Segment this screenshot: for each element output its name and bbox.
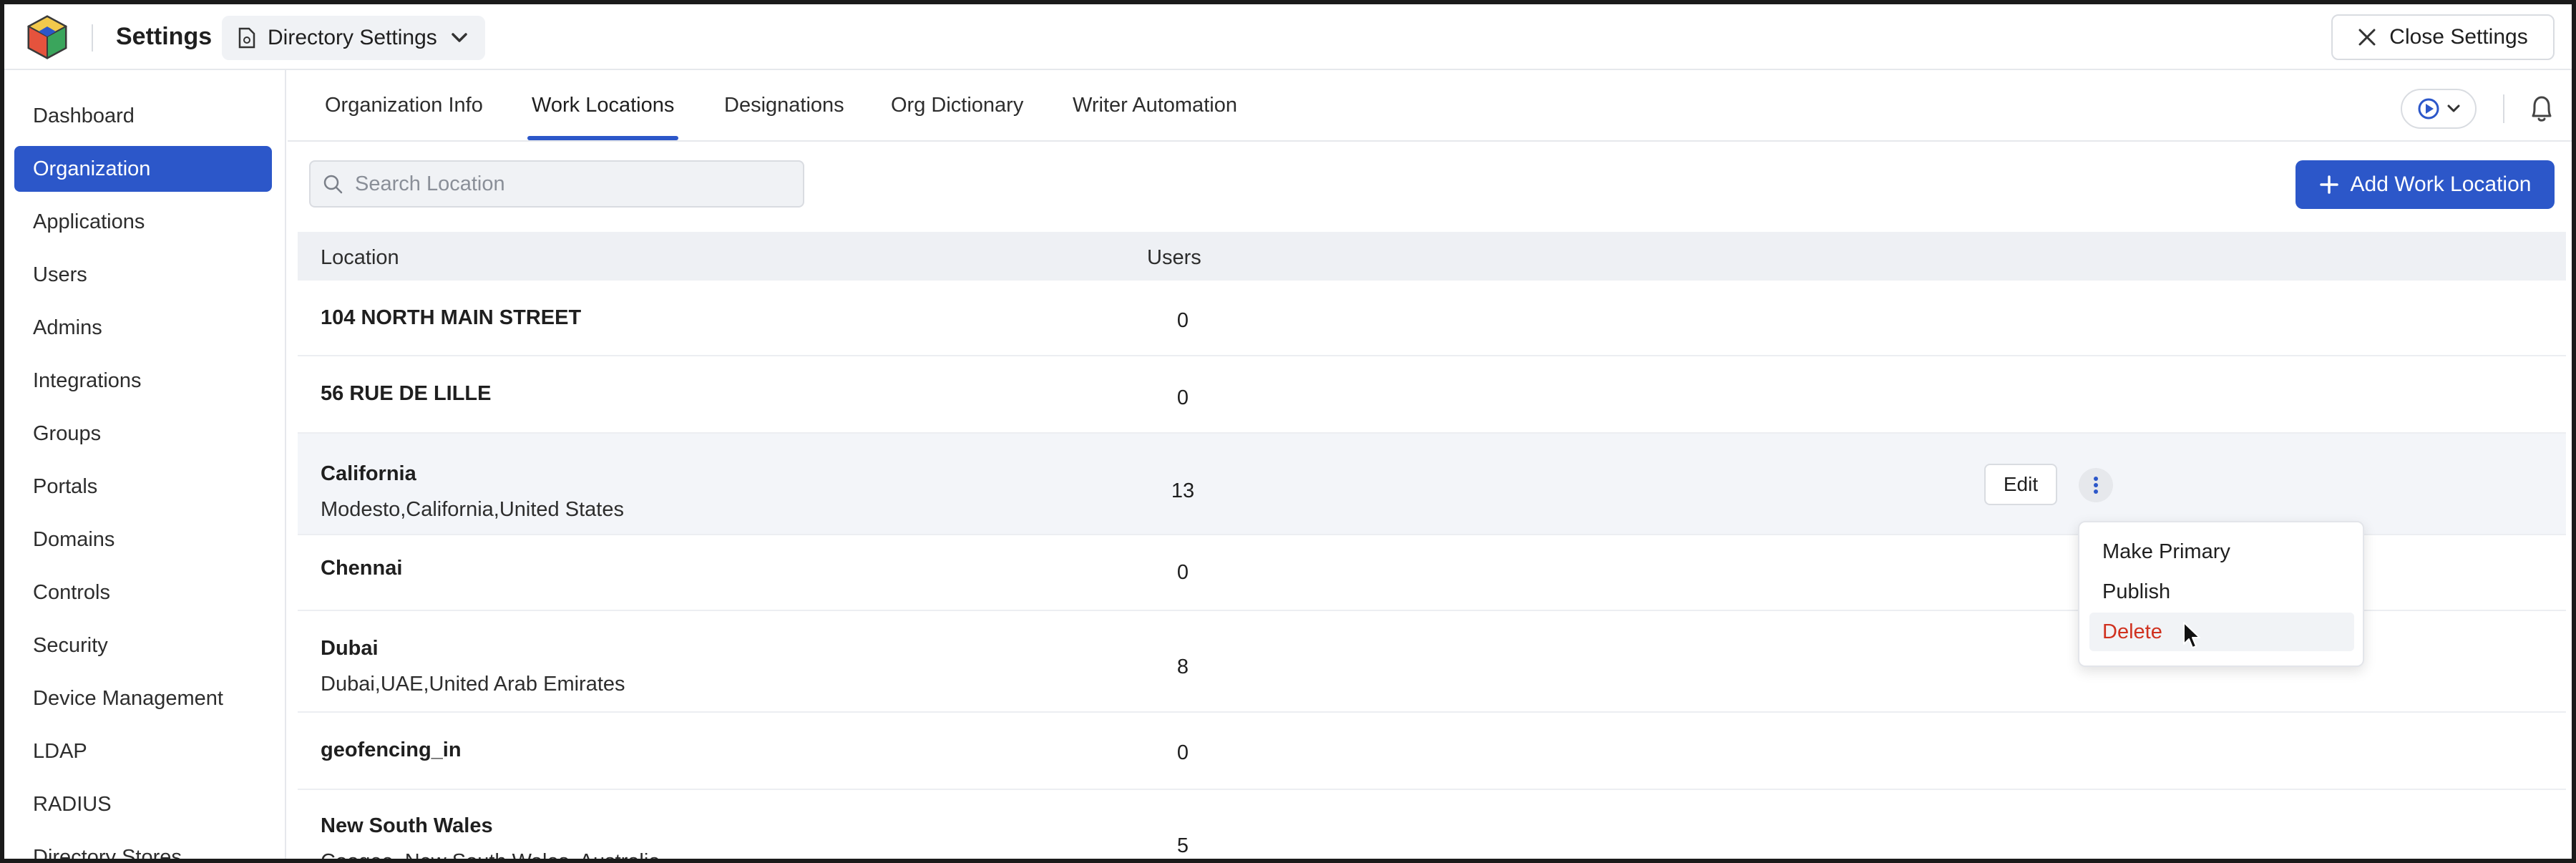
sidebar-item-radius[interactable]: RADIUS <box>14 781 272 827</box>
location-address: Coogee, New South Wales, Australia <box>321 850 660 859</box>
sidebar-item-integrations[interactable]: Integrations <box>14 358 272 404</box>
chevron-down-icon <box>452 33 467 42</box>
column-header-users: Users <box>1147 246 1201 269</box>
sidebar-item-device-management[interactable]: Device Management <box>14 676 272 721</box>
sidebar-item-directory-stores[interactable]: Directory Stores <box>14 834 272 859</box>
sidebar-item-admins[interactable]: Admins <box>14 305 272 351</box>
sidebar-item-controls[interactable]: Controls <box>14 570 272 615</box>
guided-tour-button[interactable] <box>2401 89 2477 129</box>
page-title: Settings <box>116 23 213 50</box>
close-icon <box>2358 29 2376 46</box>
toolbar-divider <box>2503 94 2504 123</box>
sidebar: Dashboard Organization Applications User… <box>4 70 286 859</box>
logo-divider <box>92 24 93 52</box>
location-name: geofencing_in <box>321 738 462 761</box>
tab-work-locations[interactable]: Work Locations <box>527 70 679 140</box>
sidebar-item-ldap[interactable]: LDAP <box>14 728 272 774</box>
add-work-location-button[interactable]: Add Work Location <box>2296 160 2555 209</box>
location-address: Dubai,UAE,United Arab Emirates <box>321 673 625 696</box>
sidebar-item-organization[interactable]: Organization <box>14 146 272 192</box>
table-row[interactable]: geofencing_in 0 <box>298 713 2566 790</box>
location-users-count: 8 <box>1176 655 1189 678</box>
app-window: Settings Directory Settings Close Settin… <box>4 4 2572 859</box>
document-settings-icon <box>238 27 255 49</box>
play-tour-icon <box>2418 98 2439 120</box>
app-logo-icon[interactable] <box>26 14 69 60</box>
table-row[interactable]: California Modesto,California,United Sta… <box>298 434 2566 535</box>
notification-bell-icon[interactable] <box>2527 93 2556 125</box>
sidebar-item-applications[interactable]: Applications <box>14 199 272 245</box>
search-icon <box>323 175 343 194</box>
menu-item-delete[interactable]: Delete <box>2089 613 2354 651</box>
row-actions-menu: Make Primary Publish Delete <box>2078 521 2364 667</box>
sidebar-item-users[interactable]: Users <box>14 252 272 298</box>
column-header-location: Location <box>321 246 399 269</box>
chevron-down-icon <box>2447 104 2460 112</box>
sidebar-item-groups[interactable]: Groups <box>14 411 272 457</box>
more-options-button[interactable] <box>2079 468 2113 502</box>
close-settings-label: Close Settings <box>2389 25 2528 49</box>
search-location-box[interactable] <box>309 160 804 208</box>
top-bar: Settings Directory Settings Close Settin… <box>4 4 2572 70</box>
location-name: New South Wales <box>321 814 493 837</box>
table-row[interactable]: New South Wales Coogee, New South Wales,… <box>298 790 2566 859</box>
location-name: 104 NORTH MAIN STREET <box>321 306 582 329</box>
mouse-cursor-icon <box>2183 622 2200 648</box>
menu-item-publish[interactable]: Publish <box>2089 572 2354 611</box>
directory-settings-label: Directory Settings <box>268 26 437 49</box>
menu-item-make-primary[interactable]: Make Primary <box>2089 532 2354 571</box>
location-name: Dubai <box>321 637 379 660</box>
search-location-input[interactable] <box>355 172 803 196</box>
location-name: California <box>321 462 416 485</box>
tab-bar: Organization Info Work Locations Designa… <box>288 70 2572 142</box>
tab-designations[interactable]: Designations <box>724 70 844 140</box>
tab-writer-automation[interactable]: Writer Automation <box>1073 70 1237 140</box>
table-row[interactable]: 104 NORTH MAIN STREET 0 <box>298 281 2566 356</box>
location-users-count: 5 <box>1176 834 1189 857</box>
add-work-location-label: Add Work Location <box>2350 172 2532 196</box>
tab-org-dictionary[interactable]: Org Dictionary <box>891 70 1023 140</box>
table-header: Location Users <box>298 232 2566 281</box>
edit-location-button[interactable]: Edit <box>1984 464 2057 505</box>
sidebar-item-security[interactable]: Security <box>14 623 272 668</box>
location-users-count: 0 <box>1176 386 1189 409</box>
location-users-count: 0 <box>1176 741 1189 764</box>
plus-icon <box>2319 175 2338 194</box>
sidebar-item-domains[interactable]: Domains <box>14 517 272 562</box>
sidebar-item-dashboard[interactable]: Dashboard <box>14 93 272 139</box>
location-address: Modesto,California,United States <box>321 498 624 521</box>
location-users-count: 0 <box>1176 309 1189 332</box>
directory-settings-dropdown[interactable]: Directory Settings <box>222 16 485 60</box>
table-row[interactable]: 56 RUE DE LILLE 0 <box>298 356 2566 434</box>
location-users-count: 13 <box>1171 479 1195 502</box>
location-users-count: 0 <box>1176 561 1189 584</box>
sidebar-item-portals[interactable]: Portals <box>14 464 272 509</box>
close-settings-button[interactable]: Close Settings <box>2331 14 2555 60</box>
location-name: 56 RUE DE LILLE <box>321 382 492 405</box>
tab-organization-info[interactable]: Organization Info <box>325 70 483 140</box>
location-name: Chennai <box>321 557 403 580</box>
vertical-dots-icon <box>2094 477 2098 494</box>
